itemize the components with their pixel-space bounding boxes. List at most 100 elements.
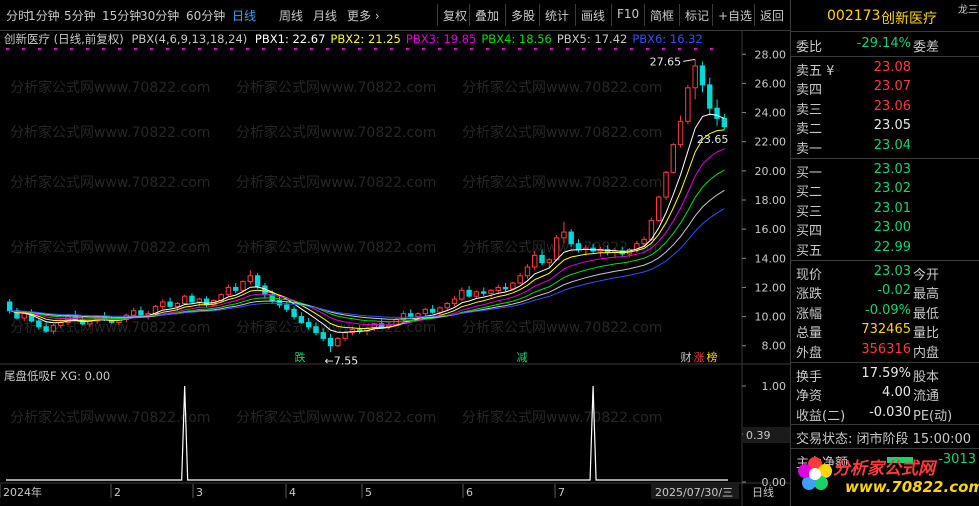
- ref-dot: [38, 48, 41, 50]
- finance-row-2-label: 收益(二): [796, 408, 846, 424]
- y-tick-label: 20.00: [755, 165, 787, 178]
- ask-row-2: 卖三 23.06: [791, 98, 979, 118]
- watermark-text: 分析家公式网www.70822.com: [10, 239, 210, 256]
- ref-dot: [150, 48, 153, 50]
- candle-body: [437, 307, 443, 313]
- quote-row-2: 涨幅 -0.09% 最低: [791, 302, 979, 322]
- ref-dot: [54, 48, 57, 50]
- ask-row-1-value: 23.07: [873, 79, 911, 95]
- candle-body: [36, 320, 42, 328]
- candle-body: [342, 332, 348, 339]
- candle-body: [561, 231, 567, 239]
- quote-panel: 002173 创新医疗 龙三 委比 -29.14% 委差 卖五 ¥ 23.08 卖四 23.…: [790, 0, 979, 506]
- quote-row-2-right: 最低: [913, 306, 940, 322]
- candle-body: [685, 87, 691, 122]
- x-axis-label: 4: [289, 486, 296, 499]
- high-pointer: [683, 58, 696, 62]
- divider: [791, 259, 979, 261]
- sub-y-tick-label: 1.00: [762, 380, 787, 393]
- ask-row-3-value: 23.05: [873, 118, 911, 134]
- quote-row-1-right: 最高: [913, 287, 940, 303]
- sub-value-label: 0.39: [746, 429, 771, 442]
- candle-body: [240, 281, 246, 291]
- watermark-text: 分析家公式网www.70822.com: [236, 124, 436, 141]
- ref-dot: [374, 48, 377, 50]
- ask-row-2-value: 23.06: [873, 98, 911, 114]
- ref-dot: [86, 48, 89, 50]
- candle-body: [641, 238, 647, 245]
- site-logo: 分析家公式网 www.70822.com: [795, 448, 979, 504]
- ask-row-1-label: 卖四: [796, 83, 823, 99]
- ask-row-3: 卖二 23.05: [791, 117, 979, 137]
- ref-dot: [246, 48, 249, 50]
- event-marker-1: 减: [517, 351, 528, 364]
- ask-row-0: 卖五 ¥ 23.08: [791, 59, 979, 79]
- finance-row-1: 净资 4.00 流通: [791, 384, 979, 404]
- ref-dot: [534, 48, 537, 50]
- quote-row-0-right: 今开: [913, 267, 940, 283]
- ref-dot: [278, 48, 281, 50]
- ref-dot: [470, 48, 473, 50]
- candle-body: [313, 326, 319, 334]
- watermark-text: 分析家公式网www.70822.com: [10, 79, 210, 96]
- ref-dot: [438, 48, 441, 50]
- close-price-label: 23.65: [697, 133, 729, 146]
- weibi-row-label: 委比: [796, 40, 823, 55]
- bid-row-1: 买二 23.02: [791, 180, 979, 200]
- logo-title: 分析家公式网: [833, 459, 935, 479]
- trade-status-text: 交易状态: 闭市阶段 15:00:00: [796, 432, 972, 448]
- ref-dot: [550, 48, 553, 50]
- candle-body: [692, 65, 698, 89]
- quote-row-3: 总量 732465 量比: [791, 321, 979, 342]
- ask-row-0-value: 23.08: [873, 59, 911, 75]
- ref-dot: [710, 48, 713, 50]
- x-axis-label: 7: [558, 486, 565, 499]
- bid-row-4-label: 买五: [796, 244, 823, 259]
- weibi-row-right: 委差: [913, 40, 940, 55]
- ref-dot: [262, 48, 265, 50]
- finance-row-0-label: 换手: [796, 369, 823, 385]
- finance-row-0: 换手 17.59% 股本: [791, 365, 979, 385]
- candle-body: [160, 301, 166, 307]
- quote-row-4-right: 内盘: [913, 346, 940, 361]
- watermark-text: 分析家公式网www.70822.com: [462, 124, 662, 141]
- candle-body: [656, 196, 662, 221]
- candle-body: [138, 310, 144, 316]
- stock-name: 创新医疗: [881, 11, 937, 27]
- bid-row-1-value: 23.02: [873, 181, 911, 197]
- y-tick-label: 24.00: [755, 107, 787, 120]
- ref-dot: [214, 48, 217, 50]
- ref-dot: [614, 48, 617, 50]
- trade-status: 交易状态: 闭市阶段 15:00:00: [791, 427, 979, 448]
- candle-body: [291, 308, 297, 318]
- ask-row-4: 卖一 23.04: [791, 137, 979, 157]
- quote-row-4-value: 356316: [861, 342, 911, 357]
- ref-dot: [310, 48, 313, 50]
- bid-row-4: 买五 22.99: [791, 239, 979, 259]
- candle-body: [568, 231, 574, 245]
- ref-dot: [630, 48, 633, 50]
- finance-row-2-right: PE(动): [913, 408, 953, 424]
- candle-body: [305, 321, 312, 328]
- kline-chart[interactable]: 分析家公式网www.70822.com 分析家公式网www.70822.com 分析…: [0, 0, 790, 506]
- divider: [791, 55, 979, 57]
- ref-dot: [294, 48, 297, 50]
- quote-row-1: 涨跌 -0.02 最高: [791, 282, 979, 303]
- candle-body: [466, 289, 472, 297]
- candle-body: [196, 298, 202, 303]
- bid-row-0-label: 买一: [796, 165, 823, 181]
- watermark-text: 分析家公式网www.70822.com: [10, 409, 210, 426]
- bid-row-0: 买一 23.03: [791, 161, 979, 181]
- candle-body: [284, 304, 290, 310]
- quote-row-3-label: 总量: [796, 326, 823, 342]
- ref-dot: [678, 48, 681, 50]
- stock-header: 002173 创新医疗 龙三: [791, 5, 979, 28]
- candle-body: [43, 326, 49, 332]
- sub-chart-title: 尾盘低吸F: [4, 369, 57, 383]
- low-price-label: ←7.55: [325, 354, 359, 367]
- candle-body: [517, 275, 523, 284]
- watermark-text: 分析家公式网www.70822.com: [462, 79, 662, 96]
- bid-row-2-value: 23.01: [873, 200, 911, 216]
- flower-logo-icon: [798, 457, 832, 490]
- bid-row-3-label: 买四: [796, 224, 823, 240]
